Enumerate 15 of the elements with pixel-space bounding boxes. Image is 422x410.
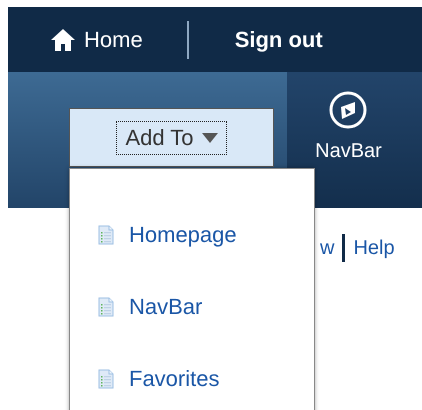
menu-item[interactable]: Favorites [70,343,314,410]
document-icon [98,225,114,245]
sign-out-link[interactable]: Sign out [234,26,323,52]
home-link[interactable]: Home [50,26,143,52]
menu-item[interactable]: NavBar [70,271,314,343]
compass-icon [328,90,368,130]
caret-icon [202,132,218,142]
help-link[interactable]: Help [353,236,395,260]
add-to-button[interactable]: Add To [69,108,274,167]
home-icon [50,28,76,52]
document-icon [98,369,114,389]
navbar-button[interactable]: NavBar [315,90,382,163]
menu-item[interactable]: Homepage [70,199,314,271]
link[interactable]: w [320,236,334,260]
document-icon [98,297,114,317]
